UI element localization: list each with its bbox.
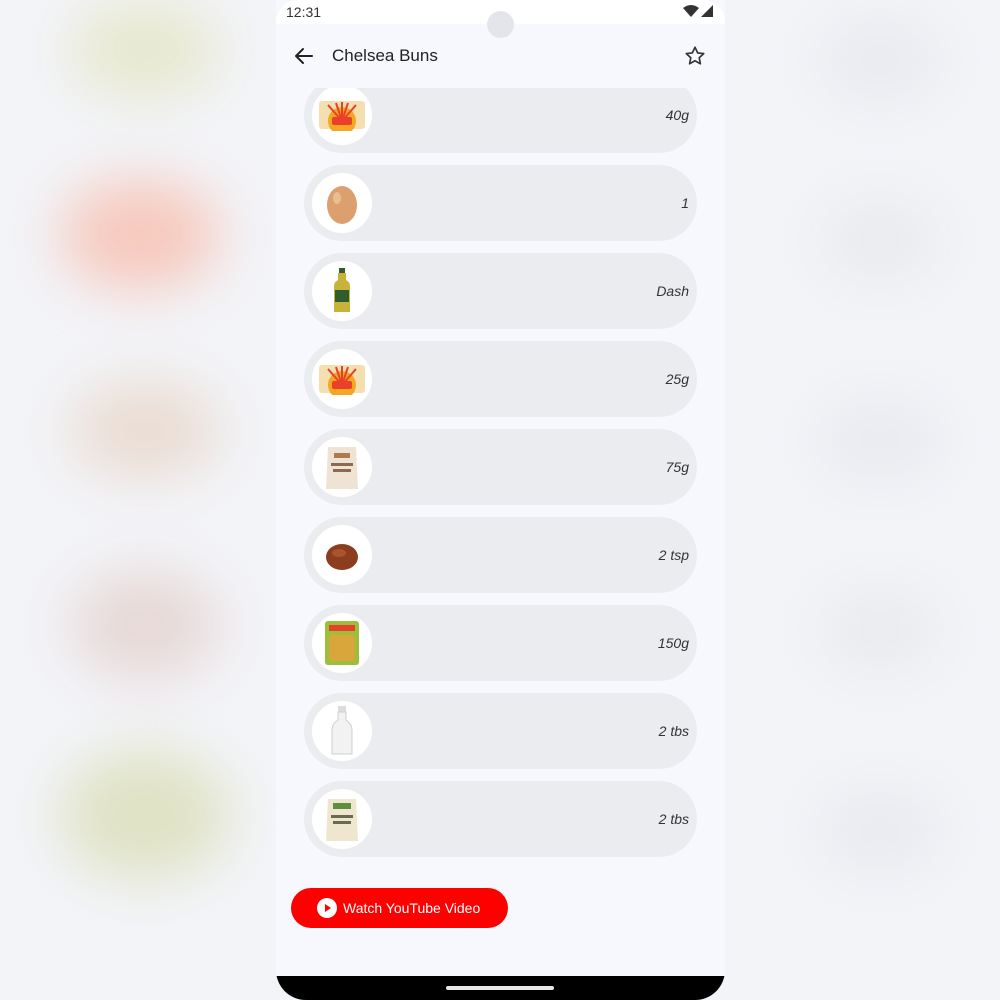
watch-youtube-label: Watch YouTube Video <box>343 900 481 916</box>
ingredient-thumbnail <box>312 789 372 849</box>
ingredient-row[interactable]: 75g <box>304 429 697 505</box>
ingredient-row[interactable]: 40g <box>304 88 697 153</box>
system-navigation-bar <box>276 976 725 1000</box>
blurred-thumbnail <box>820 20 940 100</box>
ingredient-quantity: 2 tsp <box>658 547 689 563</box>
blurred-thumbnail <box>70 570 220 680</box>
ingredient-row[interactable]: 2 tsp <box>304 517 697 593</box>
back-button[interactable] <box>290 42 318 70</box>
status-bar: 12:31 <box>276 0 725 38</box>
ingredient-quantity: 1 <box>681 195 689 211</box>
home-gesture-handle[interactable] <box>446 986 554 990</box>
ingredient-thumbnail <box>312 525 372 585</box>
favorite-button[interactable] <box>681 42 709 70</box>
blurred-thumbnail <box>820 200 940 280</box>
blurred-thumbnail <box>60 180 220 290</box>
ingredient-row[interactable]: Dash <box>304 253 697 329</box>
ingredient-quantity: 2 tbs <box>658 811 689 827</box>
blurred-thumbnail <box>70 0 220 100</box>
phone-screen: 12:31 Chelsea Buns 40g 1 Dash 25g 75g 2 … <box>276 0 725 1000</box>
ingredient-quantity: 40g <box>665 107 689 123</box>
blurred-thumbnail <box>70 380 220 480</box>
milk-bottle-icon <box>331 706 353 755</box>
ingredient-thumbnail <box>312 349 372 409</box>
app-bar: Chelsea Buns <box>276 24 725 88</box>
blurred-thumbnail <box>60 750 230 880</box>
butter-icon <box>319 101 365 131</box>
ingredient-quantity: 150g <box>657 635 689 651</box>
brown-sugar-bag-icon <box>326 447 358 489</box>
ingredient-row[interactable]: 150g <box>304 605 697 681</box>
ingredient-quantity: 25g <box>665 371 689 387</box>
egg-icon <box>327 186 357 224</box>
ingredient-quantity: Dash <box>656 283 689 299</box>
ingredient-row[interactable]: 2 tbs <box>304 781 697 857</box>
ingredient-thumbnail <box>312 261 372 321</box>
blurred-thumbnail <box>820 790 940 870</box>
ingredient-quantity: 75g <box>665 459 689 475</box>
blurred-thumbnail <box>820 590 940 670</box>
ingredient-list-content: 40g 1 Dash 25g 75g 2 tsp 150g 2 tbs 2 tb… <box>276 88 725 868</box>
ingredient-thumbnail <box>312 437 372 497</box>
signal-icon <box>701 5 713 17</box>
dried-fruit-pack-icon <box>325 621 359 665</box>
ingredient-row[interactable]: 2 tbs <box>304 693 697 769</box>
caster-sugar-bag-icon <box>326 799 358 841</box>
ingredient-row[interactable]: 1 <box>304 165 697 241</box>
star-outline-icon <box>685 46 705 65</box>
ingredient-thumbnail <box>312 88 372 145</box>
ingredient-row[interactable]: 25g <box>304 341 697 417</box>
ingredient-thumbnail <box>312 701 372 761</box>
blurred-thumbnail <box>820 400 940 480</box>
status-icons <box>683 5 713 17</box>
status-time: 12:31 <box>286 4 322 20</box>
wifi-icon <box>683 5 699 17</box>
page-title: Chelsea Buns <box>332 46 438 65</box>
spice-powder-icon <box>326 544 358 570</box>
oil-bottle-icon <box>334 268 350 312</box>
watch-youtube-button[interactable]: Watch YouTube Video <box>291 888 508 928</box>
play-circle-icon <box>317 898 337 918</box>
ingredient-thumbnail <box>312 613 372 673</box>
ingredient-quantity: 2 tbs <box>658 723 689 739</box>
butter-icon <box>319 365 365 395</box>
arrow-back-icon <box>295 48 313 64</box>
ingredient-thumbnail <box>312 173 372 233</box>
ingredient-list[interactable]: 40g 1 Dash 25g 75g 2 tsp 150g 2 tbs 2 tb… <box>276 88 725 868</box>
